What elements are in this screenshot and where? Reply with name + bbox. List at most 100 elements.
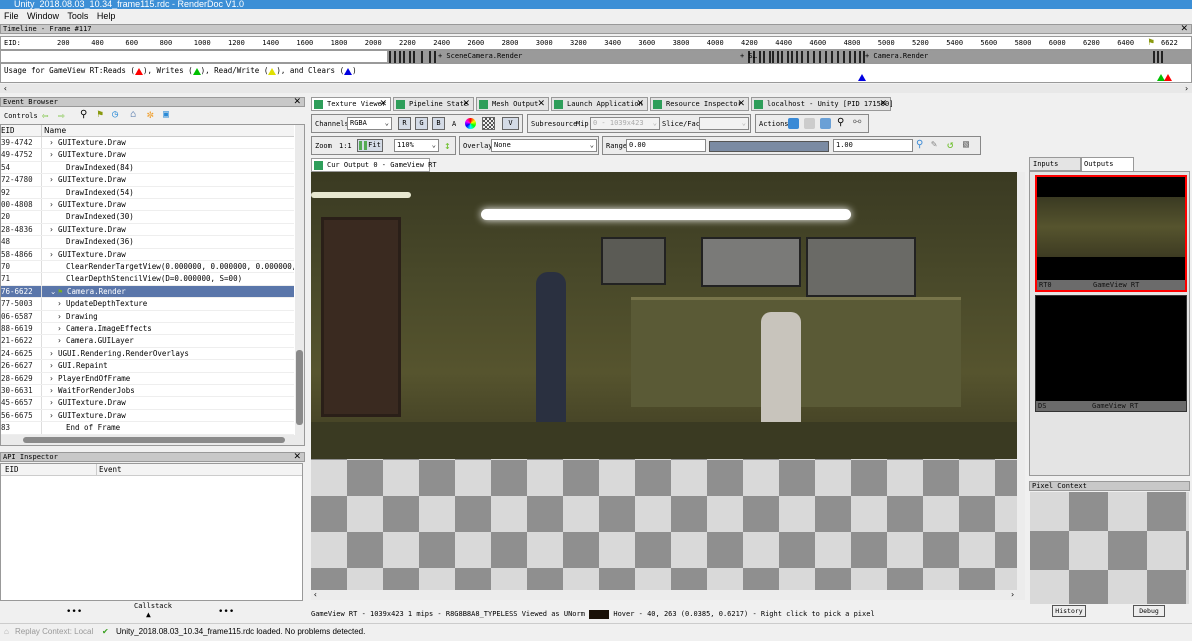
zoom-select[interactable]: 110% ⌄	[394, 139, 439, 152]
tab-localhost-unity-pid-171500-[interactable]: localhost - Unity [PID 171500] ✕	[751, 97, 893, 111]
event-row[interactable]: 70 ClearRenderTargetView(0.000000, 0.0000…	[1, 261, 294, 274]
replay-context[interactable]: Replay Context: Local	[15, 624, 93, 640]
fit-button[interactable]: Fit	[357, 139, 383, 152]
link-icon[interactable]: ⚯	[853, 117, 861, 128]
forward-arrow-icon[interactable]: ⇨	[58, 109, 65, 122]
expand-chevron-icon[interactable]: ›	[50, 410, 58, 421]
marker-s[interactable]: + S…	[740, 51, 757, 62]
tab-outputs[interactable]: Outputs	[1081, 157, 1134, 172]
expand-chevron-icon[interactable]: ›	[50, 137, 58, 148]
event-row[interactable]: 24-6625 › UGUI.Rendering.RenderOverlays	[1, 347, 294, 361]
histogram-icon[interactable]: ▧	[963, 139, 969, 150]
timer-icon[interactable]: ◷	[112, 109, 118, 120]
copy-icon[interactable]	[804, 118, 815, 129]
settings-flower-icon[interactable]: ✼	[147, 108, 154, 121]
close-icon[interactable]: ✕	[1180, 25, 1188, 34]
horizontal-scrollbar[interactable]: ‹ ›	[311, 590, 1025, 600]
close-icon[interactable]: ✕	[879, 98, 887, 110]
mip-select[interactable]: 0 - 1039x423 ⌄	[590, 117, 660, 130]
bookmark-flag-icon[interactable]: ⚑	[97, 109, 103, 120]
color-picker-icon[interactable]	[465, 118, 476, 129]
scroll-thumb[interactable]	[23, 437, 285, 443]
find-binoculars-icon[interactable]: ⚲	[80, 109, 87, 120]
vertical-scrollbar[interactable]	[295, 125, 304, 435]
save-icon[interactable]: ▣	[163, 109, 169, 120]
col-event[interactable]: Event	[96, 464, 122, 476]
tab-launch-application[interactable]: Launch Application ✕	[551, 97, 648, 111]
horizontal-scrollbar[interactable]	[1, 435, 304, 445]
event-row[interactable]: 77-5003 › UpdateDepthTexture	[1, 298, 294, 311]
more-right-button[interactable]: •••	[218, 607, 234, 617]
range-max-input[interactable]: 1.00	[833, 139, 913, 152]
overlay-select[interactable]: None ⌄	[491, 139, 597, 152]
close-icon[interactable]: ✕	[636, 98, 644, 110]
tab-pipeline-state[interactable]: Pipeline State ✕	[393, 97, 474, 111]
zoom-1to1-button[interactable]: 1:1	[339, 142, 352, 150]
close-icon[interactable]: ✕	[462, 98, 470, 110]
expand-chevron-icon[interactable]: ›	[50, 199, 58, 210]
event-row[interactable]: 30-6631 › WaitForRenderJobs	[1, 385, 294, 398]
col-eid[interactable]: EID	[1, 125, 39, 137]
reset-range-icon[interactable]: ↺	[947, 138, 954, 151]
event-row[interactable]: 28-4836 › GUITexture.Draw	[1, 223, 294, 237]
menu-tools[interactable]: Tools	[67, 11, 88, 21]
event-row[interactable]: 76-6622 ⌄ ⚑ Camera.Render	[1, 285, 294, 299]
pixel-context-view[interactable]	[1030, 492, 1189, 604]
menu-help[interactable]: Help	[97, 11, 116, 21]
expand-chevron-icon[interactable]: ›	[50, 249, 58, 260]
green-channel-toggle[interactable]: G	[415, 117, 428, 130]
history-button[interactable]: History	[1052, 605, 1086, 617]
expand-chevron-icon[interactable]: ›	[50, 149, 58, 160]
texture-canvas[interactable]: ‹ ›	[311, 172, 1025, 600]
tab-cur-output[interactable]: Cur Output 0 - GameView RT	[311, 158, 437, 172]
zoom-range-icon[interactable]: ⚲	[916, 139, 923, 150]
event-tree[interactable]: EID Name 39-4742 › GUITexture.Draw 49-4752 ›…	[0, 124, 305, 446]
vertical-scrollbar[interactable]	[1017, 172, 1025, 592]
expand-chevron-icon[interactable]: ›	[50, 348, 58, 359]
expand-chevron-icon[interactable]: ›	[50, 373, 58, 384]
event-row[interactable]: 72-4780 › GUITexture.Draw	[1, 174, 294, 187]
rendered-texture[interactable]	[311, 172, 1017, 459]
checkerboard-toggle-icon[interactable]	[482, 117, 495, 130]
event-row[interactable]: 56-6675 › GUITexture.Draw	[1, 409, 294, 423]
tab-inputs[interactable]: Inputs	[1029, 157, 1081, 171]
debug-button[interactable]: Debug	[1133, 605, 1165, 617]
close-icon[interactable]: ✕	[293, 453, 301, 462]
event-row[interactable]: 28-6629 › PlayerEndOfFrame	[1, 372, 294, 385]
close-icon[interactable]: ✕	[737, 98, 745, 110]
expand-up-icon[interactable]: ▲	[146, 610, 151, 619]
event-row[interactable]: 39-4742 › GUITexture.Draw	[1, 137, 294, 150]
range-slider[interactable]	[709, 141, 829, 152]
event-row[interactable]: 49-4752 › GUITexture.Draw	[1, 149, 294, 162]
more-left-button[interactable]: •••	[66, 607, 82, 617]
close-icon[interactable]: ✕	[379, 98, 387, 110]
event-row[interactable]: 48 DrawIndexed(36)	[1, 236, 294, 249]
event-row[interactable]: 92 DrawIndexed(54)	[1, 186, 294, 199]
expand-chevron-icon[interactable]: ›	[58, 335, 66, 346]
expand-chevron-icon[interactable]: ›	[58, 323, 66, 334]
menu-window[interactable]: Window	[27, 11, 59, 21]
tab-mesh-output[interactable]: Mesh Output ✕	[476, 97, 549, 111]
flip-toggle-button[interactable]: V	[502, 117, 519, 130]
range-min-input[interactable]: 0.00	[626, 139, 706, 152]
expand-chevron-icon[interactable]: ›	[50, 174, 58, 185]
event-row[interactable]: 83 End of Frame	[1, 422, 294, 435]
red-channel-toggle[interactable]: R	[398, 117, 411, 130]
expand-chevron-icon[interactable]: ›	[50, 397, 58, 408]
marker-camera-render[interactable]: + Camera.Render	[865, 51, 928, 62]
api-inspector-table[interactable]: EID Event	[0, 463, 303, 601]
alpha-channel-toggle[interactable]: A	[452, 120, 456, 128]
event-row[interactable]: 71 ClearDepthStencilView(D=0.000000, S=00…	[1, 273, 294, 286]
auto-range-icon[interactable]: ✎	[931, 139, 937, 150]
menu-file[interactable]: File	[4, 11, 19, 21]
event-row[interactable]: 45-6657 › GUITexture.Draw	[1, 397, 294, 410]
expand-chevron-icon[interactable]: ›	[58, 298, 66, 309]
back-arrow-icon[interactable]: ⇦	[42, 109, 49, 122]
thumbnail-ds[interactable]: DS GameView RT	[1035, 295, 1187, 412]
timeline-ruler[interactable]: EID: ⚑ 6622 200 400 600 800 1000 1200 1400 1600…	[0, 36, 1192, 50]
save-texture-icon[interactable]	[788, 118, 799, 129]
expand-chevron-icon[interactable]: ›	[50, 224, 58, 235]
thumbnail-rt0[interactable]: RT0 GameView RT	[1035, 175, 1187, 292]
expand-chevron-icon[interactable]: ›	[50, 360, 58, 371]
marker-scenecamera[interactable]: + SceneCamera.Render	[438, 51, 522, 62]
